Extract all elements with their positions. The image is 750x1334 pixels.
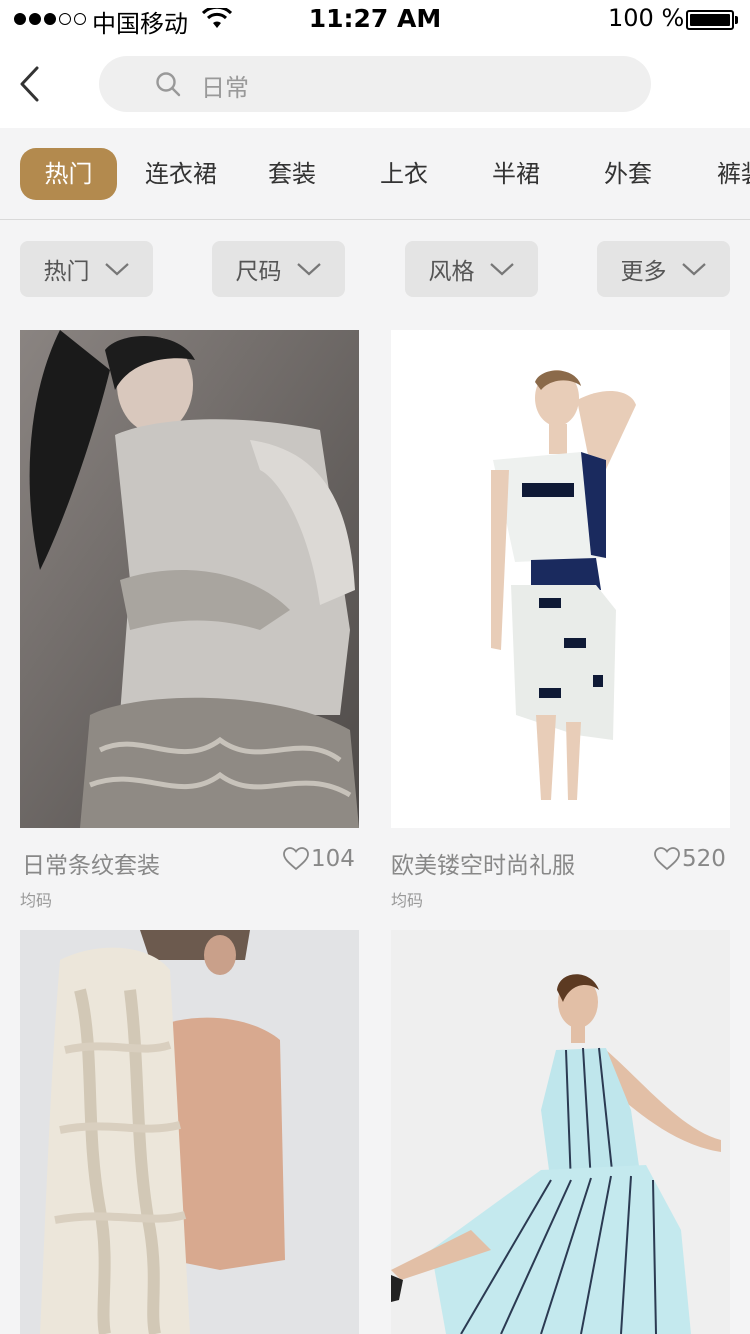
product-size: 均码 — [20, 891, 53, 910]
filter-label: 更多 — [620, 259, 667, 285]
tab-suit[interactable]: 套装 — [268, 148, 316, 200]
tab-dress[interactable]: 连衣裙 — [145, 148, 217, 200]
battery-tip — [735, 16, 738, 24]
tab-skirt[interactable]: 半裙 — [492, 148, 540, 200]
filter-label: 风格 — [428, 259, 475, 285]
filter-style[interactable]: 风格 — [405, 241, 538, 297]
tab-top[interactable]: 上衣 — [380, 148, 428, 200]
nav-bar: 日常 — [0, 40, 750, 128]
filter-size[interactable]: 尺码 — [212, 241, 345, 297]
tab-pants[interactable]: 裤装 — [717, 148, 750, 200]
search-query: 日常 — [201, 74, 249, 102]
search-input[interactable]: 日常 — [99, 56, 651, 112]
product-title[interactable]: 日常条纹套装 — [22, 846, 160, 880]
filter-label: 热门 — [43, 259, 90, 285]
product-image[interactable] — [391, 330, 730, 828]
search-icon — [156, 72, 181, 97]
heart-icon[interactable] — [654, 847, 680, 871]
filter-label: 尺码 — [235, 259, 282, 285]
heart-icon[interactable] — [283, 847, 309, 871]
like-count[interactable]: 520 — [654, 846, 726, 872]
tab-hot[interactable]: 热门 — [20, 148, 117, 200]
product-size: 均码 — [391, 891, 424, 910]
back-arrow-icon[interactable] — [12, 62, 52, 106]
chevron-down-icon — [489, 263, 514, 276]
battery-percentage: 100 % — [608, 4, 685, 32]
product-image[interactable] — [20, 930, 359, 1334]
like-count[interactable]: 104 — [283, 846, 355, 872]
chevron-down-icon — [104, 263, 129, 276]
like-count-value: 104 — [311, 846, 355, 872]
category-tabs: 热门 连衣裙 套装 上衣 半裙 外套 裤装 — [0, 128, 750, 220]
filter-more[interactable]: 更多 — [597, 241, 730, 297]
product-image[interactable] — [391, 930, 730, 1334]
product-title[interactable]: 欧美镂空时尚礼服 — [391, 846, 575, 880]
chevron-down-icon — [681, 263, 706, 276]
status-bar: 中国移动 11:27 AM 100 % — [0, 0, 750, 40]
battery-icon — [686, 10, 734, 30]
filter-hot[interactable]: 热门 — [20, 241, 153, 297]
chevron-down-icon — [296, 263, 321, 276]
tab-coat[interactable]: 外套 — [604, 148, 652, 200]
like-count-value: 520 — [682, 846, 726, 872]
product-image[interactable] — [20, 330, 359, 828]
